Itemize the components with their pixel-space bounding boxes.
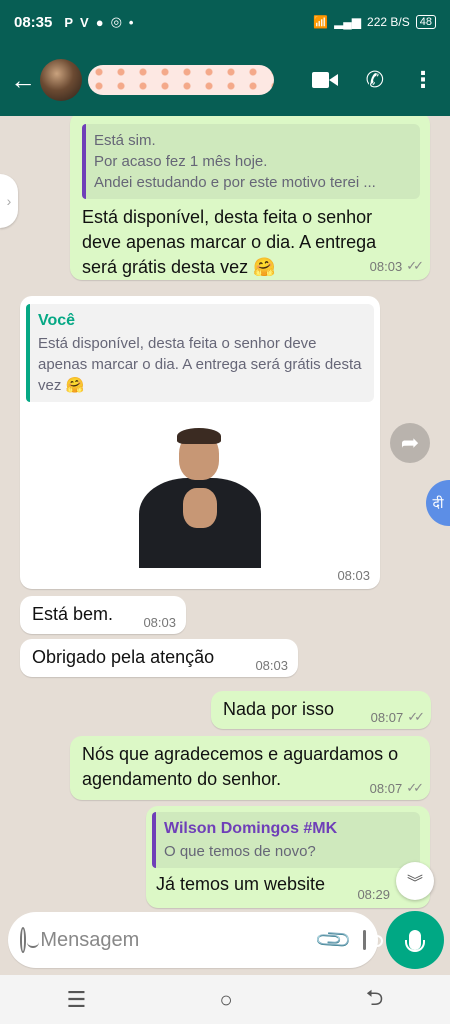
more-vert-icon[interactable]: ⋮ bbox=[412, 67, 434, 93]
quoted-message[interactable]: Está sim. Por acaso fez 1 mês hoje. Ande… bbox=[82, 124, 420, 199]
message-time: 08:03 bbox=[337, 568, 370, 583]
quoted-line: Está sim. bbox=[94, 132, 156, 149]
signal-icon: ▂▄▆ bbox=[334, 15, 362, 29]
message-text: Obrigado pela atenção bbox=[32, 647, 215, 667]
quoted-text: Está disponível, desta feita o senhor de… bbox=[38, 335, 362, 394]
contact-name[interactable] bbox=[88, 65, 274, 95]
battery-icon: 48 bbox=[415, 15, 436, 29]
scroll-to-bottom-button[interactable]: ︾ bbox=[396, 862, 434, 900]
recents-icon[interactable]: ☰ bbox=[67, 987, 87, 1013]
more-notifications-icon: • bbox=[128, 14, 134, 30]
message-time: 08:07 bbox=[370, 709, 404, 725]
sticker-clapping-man[interactable] bbox=[125, 428, 275, 568]
quoted-message[interactable]: Wilson Domingos #MK O que temos de novo? bbox=[152, 812, 420, 868]
contact-avatar[interactable] bbox=[40, 59, 82, 101]
quoted-text: O que temos de novo? bbox=[164, 843, 316, 860]
message-time: 08:29 bbox=[357, 887, 390, 902]
read-ticks-icon: ✓✓ bbox=[406, 258, 424, 273]
phone-icon[interactable]: ✆ bbox=[366, 67, 384, 93]
notification-dot-icon: ● bbox=[95, 14, 104, 30]
read-ticks-icon: ✓✓ bbox=[407, 709, 425, 724]
forward-button[interactable]: ➦ bbox=[390, 423, 430, 463]
translate-label: दी bbox=[432, 494, 444, 511]
chat-header: ← ✆ ⋮ bbox=[0, 44, 450, 116]
chat-area[interactable]: Está sim. Por acaso fez 1 mês hoje. Ande… bbox=[0, 116, 450, 911]
microphone-icon bbox=[405, 930, 425, 952]
message-composer: 📎 bbox=[8, 912, 382, 968]
message-bubble-incoming[interactable]: Está bem. 08:03 bbox=[20, 596, 186, 634]
whatsapp-icon: ◎ bbox=[110, 14, 122, 29]
message-bubble-outgoing[interactable]: Wilson Domingos #MK O que temos de novo?… bbox=[146, 806, 430, 908]
video-call-icon[interactable] bbox=[311, 71, 338, 89]
message-bubble-outgoing[interactable]: Nós que agradecemos e aguardamos o agend… bbox=[70, 736, 430, 800]
quoted-line: Andei estudando e por este motivo terei … bbox=[94, 174, 376, 191]
quoted-author: Você bbox=[38, 312, 76, 329]
message-bubble-incoming[interactable]: Obrigado pela atenção 08:03 bbox=[20, 639, 298, 677]
quoted-author: Wilson Domingos #MK bbox=[164, 820, 338, 837]
read-ticks-icon: ✓✓ bbox=[406, 780, 424, 795]
message-bubble-outgoing[interactable]: Nada por isso 08:07 ✓✓ bbox=[211, 691, 431, 729]
status-time: 08:35 bbox=[14, 13, 53, 31]
paperclip-icon[interactable]: 📎 bbox=[313, 919, 355, 961]
emoji-icon[interactable] bbox=[20, 927, 41, 953]
notification-p-icon: P bbox=[64, 14, 74, 30]
back-arrow-icon[interactable]: ← bbox=[10, 65, 36, 96]
quoted-message[interactable]: Você Está disponível, desta feita o senh… bbox=[26, 304, 374, 402]
message-time: 08:03 bbox=[369, 258, 403, 274]
message-time: 08:03 bbox=[255, 658, 288, 673]
quoted-line: Por acaso fez 1 mês hoje. bbox=[94, 153, 268, 170]
message-input[interactable] bbox=[40, 928, 306, 952]
home-icon[interactable]: ○ bbox=[219, 987, 232, 1013]
notification-v-icon: V bbox=[80, 14, 89, 30]
system-nav-bar: ☰ ○ ⮌ bbox=[0, 975, 450, 1024]
back-icon[interactable]: ⮌ bbox=[366, 981, 384, 1019]
message-time: 08:03 bbox=[143, 615, 176, 630]
forward-arrow-icon: ➦ bbox=[400, 430, 420, 455]
status-bar: 08:35 P V ● ◎ • 📶 ▂▄▆ 222 B/S 48 bbox=[0, 0, 450, 44]
wifi-icon: 📶 bbox=[313, 15, 329, 29]
double-chevron-down-icon: ︾ bbox=[406, 875, 423, 892]
message-bubble-outgoing[interactable]: Está sim. Por acaso fez 1 mês hoje. Ande… bbox=[70, 116, 430, 280]
network-speed: 222 B/S bbox=[367, 15, 410, 29]
message-time: 08:07 bbox=[369, 780, 403, 796]
chevron-right-icon: › bbox=[6, 193, 12, 209]
message-bubble-incoming[interactable]: Você Está disponível, desta feita o senh… bbox=[20, 296, 380, 589]
voice-message-button[interactable] bbox=[386, 911, 444, 969]
camera-icon[interactable] bbox=[363, 930, 382, 950]
